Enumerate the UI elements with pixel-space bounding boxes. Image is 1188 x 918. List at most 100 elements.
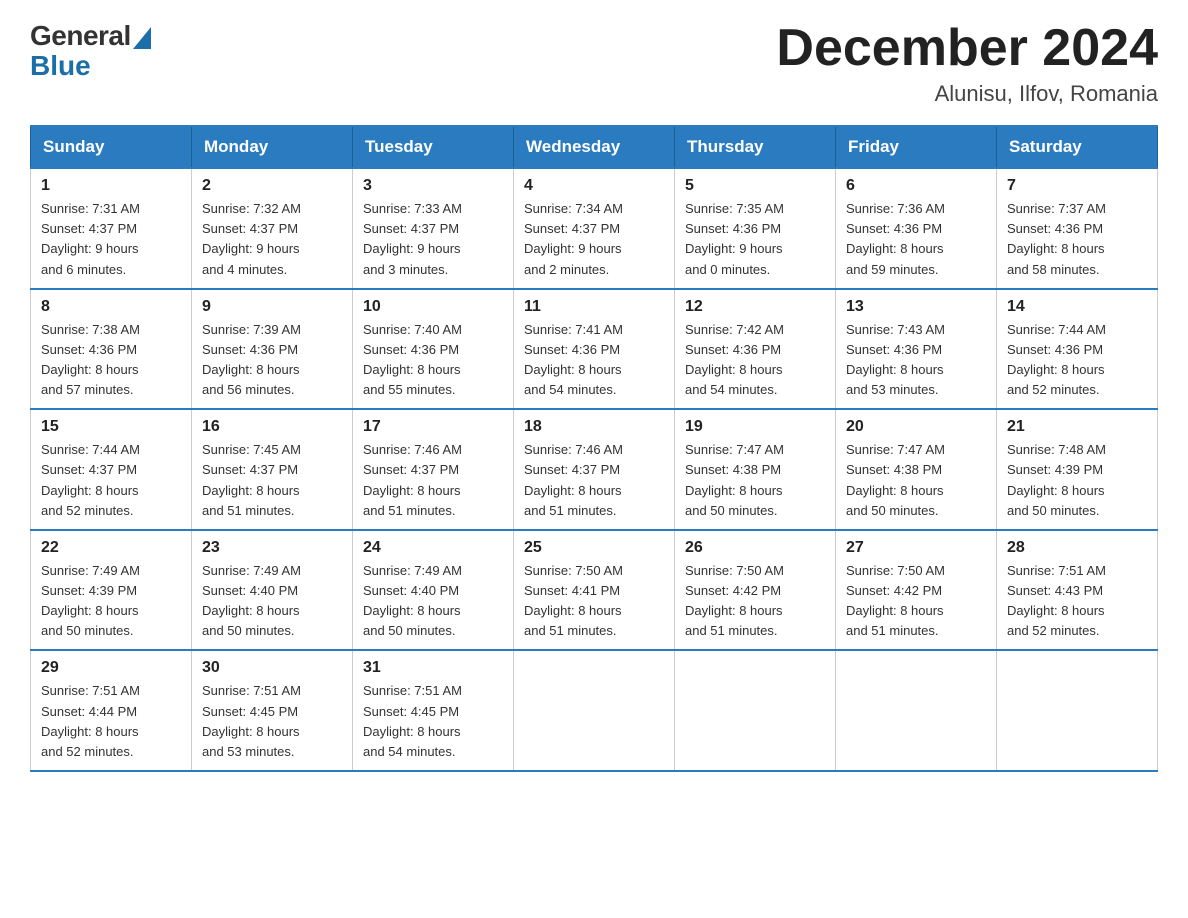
day-number: 16 — [202, 418, 342, 436]
day-number: 1 — [41, 177, 181, 195]
header-monday: Monday — [192, 126, 353, 168]
day-number: 3 — [363, 177, 503, 195]
day-info: Sunrise: 7:47 AMSunset: 4:38 PMDaylight:… — [685, 440, 825, 521]
calendar-cell: 9 Sunrise: 7:39 AMSunset: 4:36 PMDaylight… — [192, 289, 353, 410]
day-number: 6 — [846, 177, 986, 195]
calendar-cell — [514, 650, 675, 771]
day-info: Sunrise: 7:35 AMSunset: 4:36 PMDaylight:… — [685, 199, 825, 280]
calendar-cell: 1 Sunrise: 7:31 AMSunset: 4:37 PMDaylight… — [31, 168, 192, 289]
day-info: Sunrise: 7:49 AMSunset: 4:40 PMDaylight:… — [363, 561, 503, 642]
day-number: 18 — [524, 418, 664, 436]
week-row-5: 29 Sunrise: 7:51 AMSunset: 4:44 PMDayligh… — [31, 650, 1158, 771]
header-row: SundayMondayTuesdayWednesdayThursdayFrid… — [31, 126, 1158, 168]
day-info: Sunrise: 7:42 AMSunset: 4:36 PMDaylight:… — [685, 320, 825, 401]
calendar-cell — [675, 650, 836, 771]
day-info: Sunrise: 7:31 AMSunset: 4:37 PMDaylight:… — [41, 199, 181, 280]
day-number: 20 — [846, 418, 986, 436]
day-number: 5 — [685, 177, 825, 195]
calendar-cell: 7 Sunrise: 7:37 AMSunset: 4:36 PMDaylight… — [997, 168, 1158, 289]
day-number: 31 — [363, 659, 503, 677]
day-info: Sunrise: 7:49 AMSunset: 4:40 PMDaylight:… — [202, 561, 342, 642]
day-info: Sunrise: 7:33 AMSunset: 4:37 PMDaylight:… — [363, 199, 503, 280]
day-number: 7 — [1007, 177, 1147, 195]
day-info: Sunrise: 7:44 AMSunset: 4:36 PMDaylight:… — [1007, 320, 1147, 401]
day-number: 22 — [41, 539, 181, 557]
day-number: 17 — [363, 418, 503, 436]
calendar-cell: 11Sunrise: 7:41 AMSunset: 4:36 PMDayligh… — [514, 289, 675, 410]
day-number: 13 — [846, 298, 986, 316]
calendar-cell: 6 Sunrise: 7:36 AMSunset: 4:36 PMDaylight… — [836, 168, 997, 289]
day-number: 29 — [41, 659, 181, 677]
calendar-cell: 20Sunrise: 7:47 AMSunset: 4:38 PMDayligh… — [836, 409, 997, 530]
week-row-2: 8Sunrise: 7:38 AMSunset: 4:36 PMDaylight… — [31, 289, 1158, 410]
calendar-cell: 28Sunrise: 7:51 AMSunset: 4:43 PMDayligh… — [997, 530, 1158, 651]
day-info: Sunrise: 7:49 AMSunset: 4:39 PMDaylight:… — [41, 561, 181, 642]
calendar-cell: 30 Sunrise: 7:51 AMSunset: 4:45 PMDayligh… — [192, 650, 353, 771]
day-info: Sunrise: 7:51 AMSunset: 4:45 PMDaylight:… — [202, 681, 342, 762]
day-number: 28 — [1007, 539, 1147, 557]
logo-blue-text: Blue — [30, 50, 91, 82]
logo-general-text: General — [30, 20, 131, 52]
calendar-cell: 29 Sunrise: 7:51 AMSunset: 4:44 PMDayligh… — [31, 650, 192, 771]
day-number: 14 — [1007, 298, 1147, 316]
calendar-cell: 4 Sunrise: 7:34 AMSunset: 4:37 PMDaylight… — [514, 168, 675, 289]
header-tuesday: Tuesday — [353, 126, 514, 168]
day-number: 24 — [363, 539, 503, 557]
day-number: 15 — [41, 418, 181, 436]
title-block: December 2024 Alunisu, Ilfov, Romania — [776, 20, 1158, 107]
logo: General Blue — [30, 20, 151, 82]
calendar-cell — [997, 650, 1158, 771]
calendar-cell: 2 Sunrise: 7:32 AMSunset: 4:37 PMDaylight… — [192, 168, 353, 289]
header-sunday: Sunday — [31, 126, 192, 168]
day-number: 9 — [202, 298, 342, 316]
calendar-cell: 24 Sunrise: 7:49 AMSunset: 4:40 PMDayligh… — [353, 530, 514, 651]
day-number: 26 — [685, 539, 825, 557]
day-number: 23 — [202, 539, 342, 557]
day-info: Sunrise: 7:45 AMSunset: 4:37 PMDaylight:… — [202, 440, 342, 521]
day-number: 19 — [685, 418, 825, 436]
header-wednesday: Wednesday — [514, 126, 675, 168]
day-info: Sunrise: 7:32 AMSunset: 4:37 PMDaylight:… — [202, 199, 342, 280]
header-saturday: Saturday — [997, 126, 1158, 168]
calendar-table: SundayMondayTuesdayWednesdayThursdayFrid… — [30, 125, 1158, 772]
day-info: Sunrise: 7:46 AMSunset: 4:37 PMDaylight:… — [524, 440, 664, 521]
day-info: Sunrise: 7:51 AMSunset: 4:45 PMDaylight:… — [363, 681, 503, 762]
page-header: General Blue December 2024 Alunisu, Ilfo… — [30, 20, 1158, 107]
calendar-cell: 22 Sunrise: 7:49 AMSunset: 4:39 PMDayligh… — [31, 530, 192, 651]
day-number: 12 — [685, 298, 825, 316]
week-row-3: 15 Sunrise: 7:44 AMSunset: 4:37 PMDayligh… — [31, 409, 1158, 530]
day-number: 30 — [202, 659, 342, 677]
calendar-cell: 25Sunrise: 7:50 AMSunset: 4:41 PMDayligh… — [514, 530, 675, 651]
day-info: Sunrise: 7:38 AMSunset: 4:36 PMDaylight:… — [41, 320, 181, 401]
day-info: Sunrise: 7:51 AMSunset: 4:44 PMDaylight:… — [41, 681, 181, 762]
day-info: Sunrise: 7:44 AMSunset: 4:37 PMDaylight:… — [41, 440, 181, 521]
day-info: Sunrise: 7:50 AMSunset: 4:42 PMDaylight:… — [685, 561, 825, 642]
day-info: Sunrise: 7:36 AMSunset: 4:36 PMDaylight:… — [846, 199, 986, 280]
day-info: Sunrise: 7:46 AMSunset: 4:37 PMDaylight:… — [363, 440, 503, 521]
day-info: Sunrise: 7:37 AMSunset: 4:36 PMDaylight:… — [1007, 199, 1147, 280]
day-info: Sunrise: 7:41 AMSunset: 4:36 PMDaylight:… — [524, 320, 664, 401]
day-number: 21 — [1007, 418, 1147, 436]
calendar-cell: 8Sunrise: 7:38 AMSunset: 4:36 PMDaylight… — [31, 289, 192, 410]
day-info: Sunrise: 7:40 AMSunset: 4:36 PMDaylight:… — [363, 320, 503, 401]
calendar-cell: 14 Sunrise: 7:44 AMSunset: 4:36 PMDayligh… — [997, 289, 1158, 410]
day-info: Sunrise: 7:34 AMSunset: 4:37 PMDaylight:… — [524, 199, 664, 280]
location-text: Alunisu, Ilfov, Romania — [776, 81, 1158, 107]
calendar-cell: 19 Sunrise: 7:47 AMSunset: 4:38 PMDayligh… — [675, 409, 836, 530]
day-info: Sunrise: 7:39 AMSunset: 4:36 PMDaylight:… — [202, 320, 342, 401]
header-friday: Friday — [836, 126, 997, 168]
calendar-cell: 18 Sunrise: 7:46 AMSunset: 4:37 PMDayligh… — [514, 409, 675, 530]
week-row-1: 1 Sunrise: 7:31 AMSunset: 4:37 PMDaylight… — [31, 168, 1158, 289]
logo-triangle-icon — [133, 27, 151, 49]
calendar-cell: 15 Sunrise: 7:44 AMSunset: 4:37 PMDayligh… — [31, 409, 192, 530]
day-number: 2 — [202, 177, 342, 195]
day-number: 4 — [524, 177, 664, 195]
day-number: 27 — [846, 539, 986, 557]
calendar-cell: 23 Sunrise: 7:49 AMSunset: 4:40 PMDayligh… — [192, 530, 353, 651]
calendar-cell: 10 Sunrise: 7:40 AMSunset: 4:36 PMDayligh… — [353, 289, 514, 410]
calendar-cell: 13 Sunrise: 7:43 AMSunset: 4:36 PMDayligh… — [836, 289, 997, 410]
day-info: Sunrise: 7:43 AMSunset: 4:36 PMDaylight:… — [846, 320, 986, 401]
day-number: 10 — [363, 298, 503, 316]
calendar-cell: 26 Sunrise: 7:50 AMSunset: 4:42 PMDayligh… — [675, 530, 836, 651]
day-info: Sunrise: 7:50 AMSunset: 4:42 PMDaylight:… — [846, 561, 986, 642]
